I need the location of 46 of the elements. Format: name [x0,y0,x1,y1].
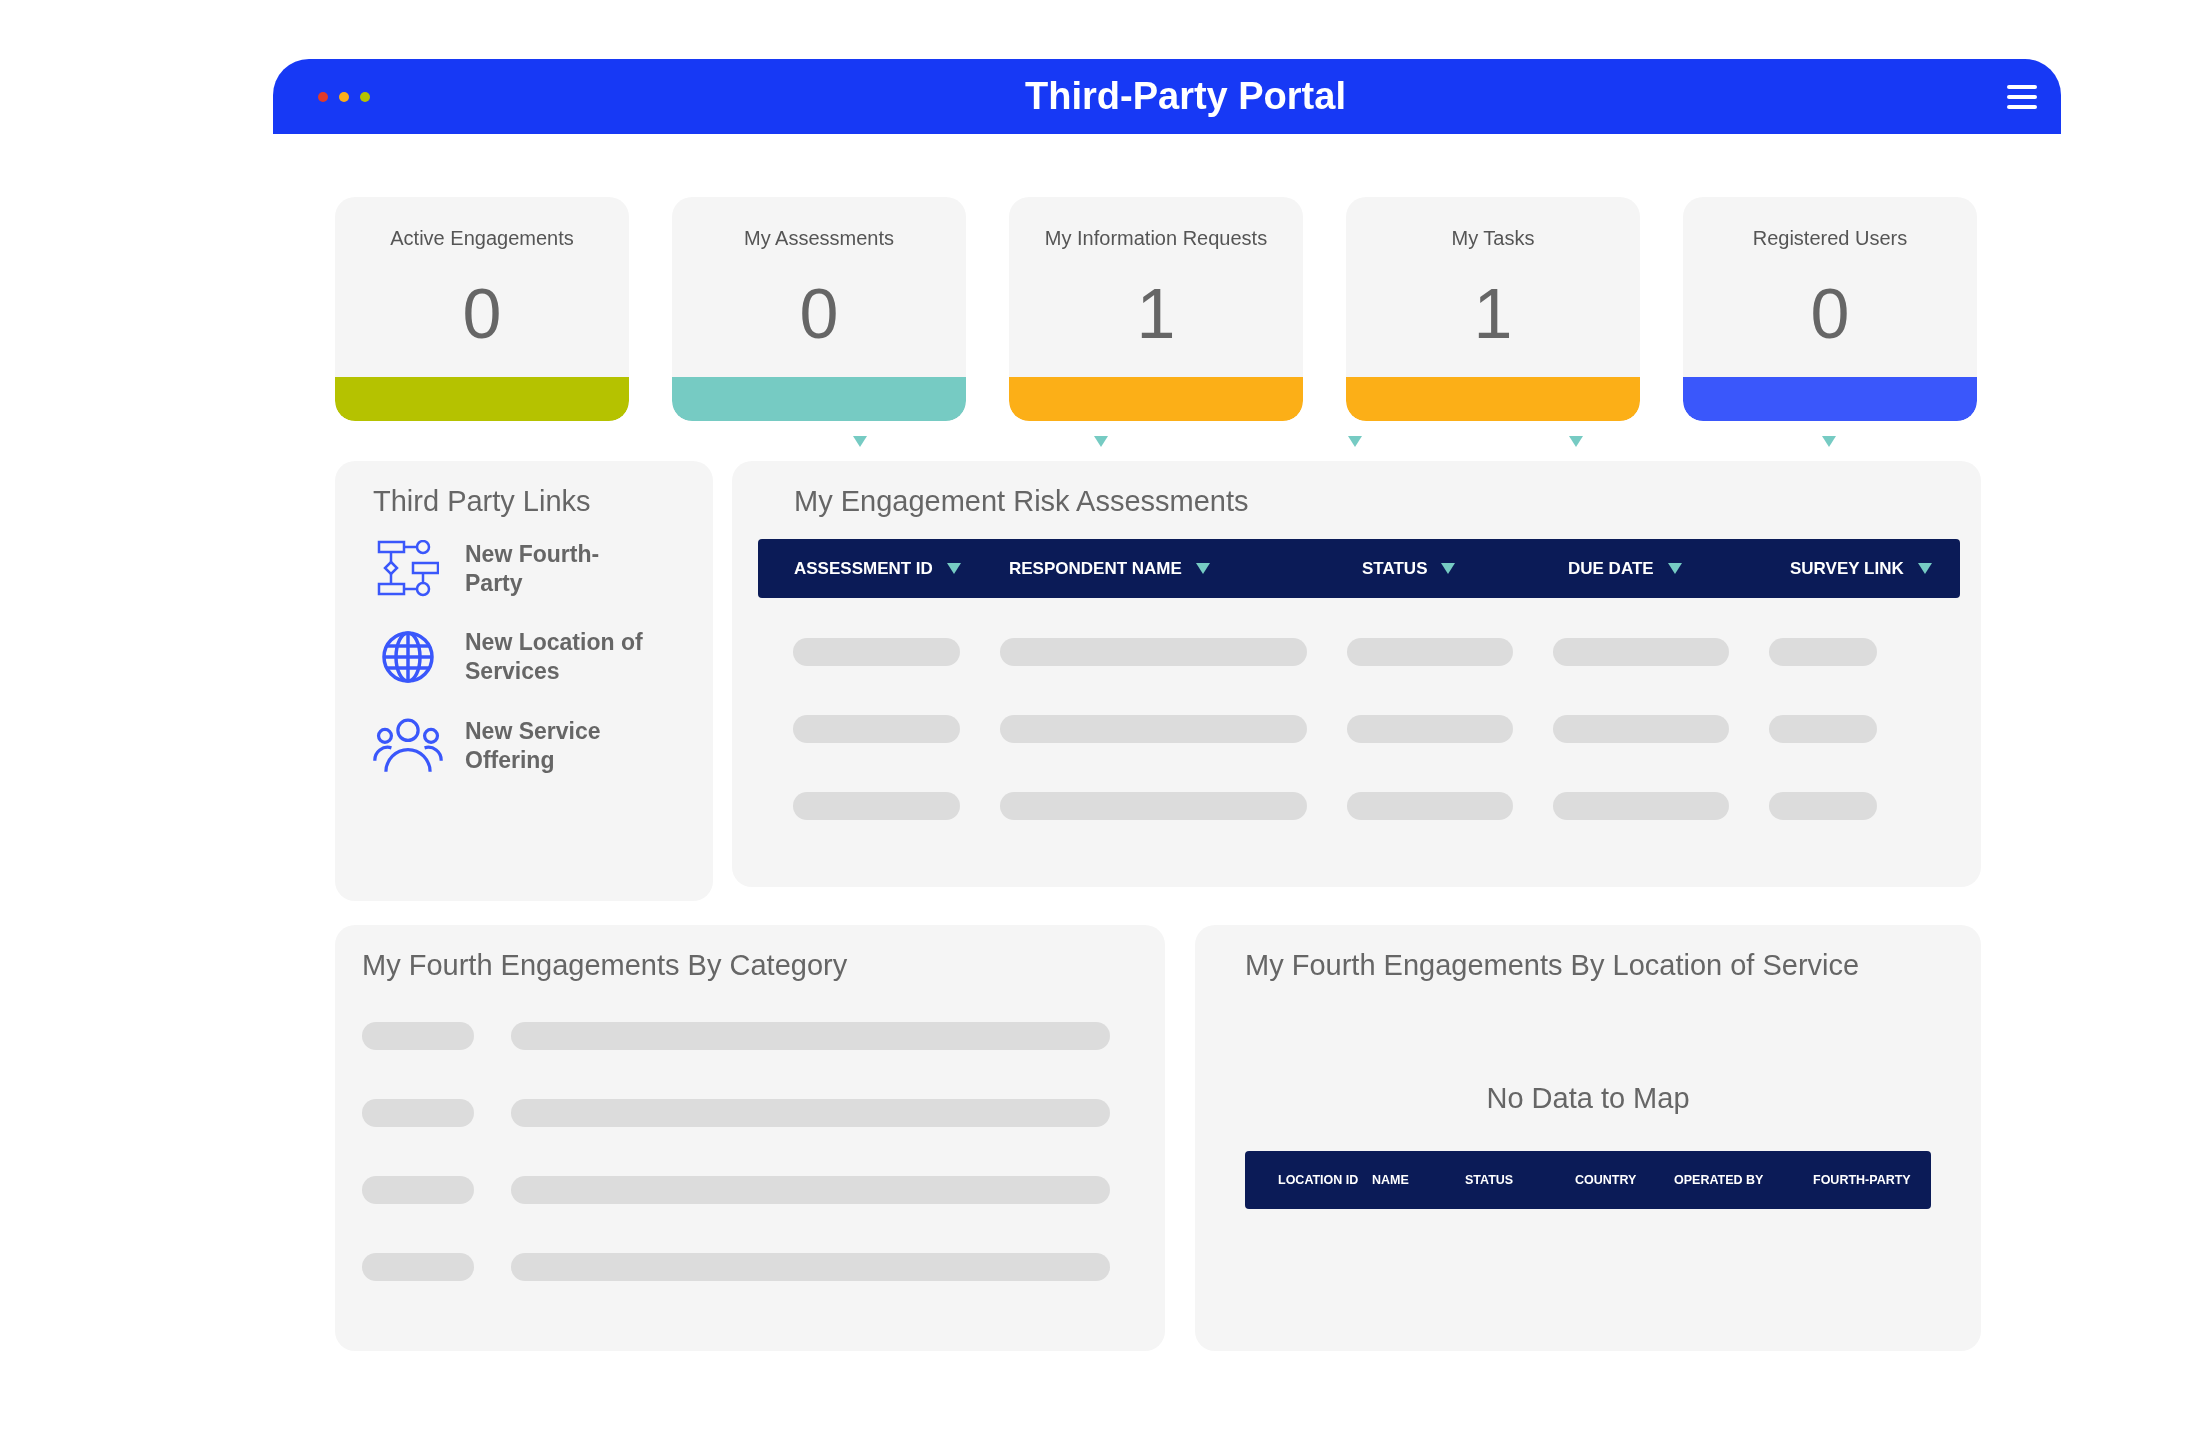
sort-caret-icon [946,563,961,574]
portal-title: Third-Party Portal [1024,75,1347,118]
column-header[interactable]: ASSESSMENT ID [794,558,1009,579]
pointer-icon [1348,435,1362,447]
window-dot [318,91,328,102]
window-dot [339,91,349,102]
link-item[interactable]: New Service Offering [373,716,675,776]
column-header[interactable]: COUNTRY [1575,1173,1674,1187]
column-header[interactable]: STATUS [1362,558,1568,579]
panel-title: My Fourth Engagements By Category [362,949,849,982]
column-header[interactable]: FOURTH-PARTY [1813,1173,1931,1187]
pointer-icon [1094,435,1108,447]
stat-value: 1 [1136,273,1176,354]
column-header[interactable]: LOCATION ID [1278,1173,1372,1187]
panel-title: My Fourth Engagements By Location of Service [1245,949,1861,982]
stat-value: 0 [1810,273,1850,354]
panel-title: Third Party Links [373,485,592,518]
sort-caret-icon [1667,563,1682,574]
column-header[interactable]: STATUS [1465,1173,1575,1187]
column-header[interactable]: NAME [1372,1173,1465,1187]
stat-label: My Information Requests [1043,227,1269,250]
panel-title: My Engagement Risk Assessments [794,485,1250,518]
empty-message: No Data to Map [1486,1082,1690,1114]
window-dot [360,91,370,102]
stat-label: Active Engagements [389,227,575,250]
sort-caret-icon [1195,563,1210,574]
stat-value: 1 [1473,273,1513,354]
column-header[interactable]: DUE DATE [1568,558,1790,579]
link-item[interactable]: New Location of Services [373,628,675,686]
pointer-icon [1569,435,1583,447]
stat-value: 0 [799,273,839,354]
pointer-icon [853,435,867,447]
link-item[interactable]: New Fourth-Party [373,540,675,598]
globe-icon [381,630,435,684]
column-header[interactable]: RESPONDENT NAME [1009,558,1362,579]
sort-caret-icon [1441,563,1456,574]
flowchart-icon [377,540,439,598]
menu-icon [2007,83,2037,110]
sort-caret-icon [1917,563,1932,574]
column-header[interactable]: SURVEY LINK [1790,558,1960,579]
pointer-icon [1822,435,1836,447]
stat-label: My Assessments [742,227,895,250]
stat-value: 0 [462,273,502,354]
column-header[interactable]: OPERATED BY [1674,1173,1813,1187]
stat-label: Registered Users [1751,227,1909,250]
stat-label: My Tasks [1450,227,1536,250]
